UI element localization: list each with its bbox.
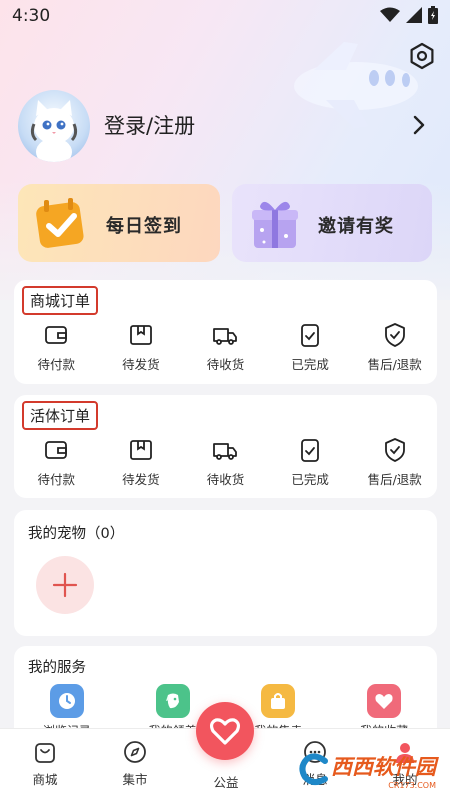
package-icon: [129, 440, 152, 460]
charity-center-button[interactable]: [196, 702, 254, 760]
mall-order-pending-shipment[interactable]: 待发货: [99, 322, 184, 378]
order-label: 已完成: [291, 357, 329, 372]
daily-checkin-label: 每日签到: [106, 216, 182, 237]
my-pets-title: 我的宠物（0）: [28, 526, 125, 542]
heart-icon: [209, 718, 241, 745]
mall-orders-row: 待付款 待发货 待收货 已完成 售后/退款: [14, 322, 437, 378]
wallet-icon: [45, 441, 68, 459]
live-orders-title: 活体订单: [22, 401, 99, 430]
signal-icon: [406, 7, 422, 23]
order-label: 待发货: [122, 472, 160, 487]
login-register-link[interactable]: 登录/注册: [104, 110, 195, 140]
watermark-logo: 西西软件园 CR173.COM: [299, 752, 436, 790]
plus-icon: [52, 572, 78, 598]
status-bar: 4:30: [0, 0, 450, 34]
gift-box-icon: [252, 201, 298, 248]
clipboard-check-icon: [301, 324, 319, 347]
daily-checkin-card[interactable]: 每日签到: [18, 184, 220, 262]
c-logo-icon: [299, 753, 328, 785]
wifi-icon: [380, 7, 400, 22]
package-icon: [129, 325, 152, 345]
mall-order-aftersale-refund[interactable]: 售后/退款: [352, 322, 437, 378]
nav-label: 集市: [122, 772, 148, 787]
heart-icon: [367, 684, 402, 718]
order-label: 待付款: [37, 472, 76, 487]
nav-market[interactable]: 集市: [105, 739, 165, 788]
my-pets-card: 我的宠物（0）: [14, 510, 437, 636]
watermark-sub: CR173.COM: [388, 780, 436, 790]
mall-orders-title: 商城订单: [22, 286, 99, 315]
avatar[interactable]: [18, 90, 90, 162]
nav-charity-label: 公益: [213, 775, 239, 790]
battery-icon: [428, 6, 438, 24]
live-order-pending-payment[interactable]: 待付款: [14, 437, 99, 493]
live-order-pending-receipt[interactable]: 待收货: [183, 437, 268, 493]
nav-label: 商城: [32, 772, 58, 787]
order-label: 待收货: [206, 357, 245, 372]
order-label: 已完成: [291, 472, 329, 487]
mall-order-pending-payment[interactable]: 待付款: [14, 322, 99, 378]
nav-mall[interactable]: 商城: [15, 739, 75, 788]
wallet-icon: [45, 326, 68, 344]
status-icons: [380, 6, 438, 24]
invite-reward-card[interactable]: 邀请有奖: [232, 184, 432, 262]
status-time: 4:30: [12, 6, 51, 26]
live-orders-card: 活体订单 待付款 待发货 待收货 已完成 售后/退款: [14, 395, 437, 498]
compass-icon: [124, 741, 146, 763]
truck-icon: [213, 328, 238, 345]
shopping-bag-icon: [35, 743, 55, 763]
bag-icon: [261, 684, 296, 718]
order-label: 售后/退款: [367, 472, 422, 487]
live-orders-row: 待付款 待发货 待收货 已完成 售后/退款: [14, 437, 437, 493]
chevron-right-icon[interactable]: [412, 114, 426, 136]
watermark-text: 西西软件园: [331, 754, 436, 779]
live-order-completed[interactable]: 已完成: [268, 437, 353, 493]
clock-icon: [49, 684, 84, 718]
shield-check-icon: [384, 438, 405, 462]
clipboard-check-icon: [301, 439, 319, 462]
mall-order-completed[interactable]: 已完成: [268, 322, 353, 378]
order-label: 售后/退款: [367, 357, 422, 372]
order-label: 待发货: [122, 357, 160, 372]
dog-icon: [155, 684, 190, 718]
truck-icon: [213, 443, 238, 460]
mall-orders-card: 商城订单 待付款 待发货 待收货 已完成 售后/退款: [14, 280, 437, 384]
live-order-aftersale-refund[interactable]: 售后/退款: [352, 437, 437, 493]
add-pet-button[interactable]: [36, 556, 94, 614]
mall-order-pending-receipt[interactable]: 待收货: [183, 322, 268, 378]
order-label: 待收货: [206, 472, 245, 487]
my-services-title: 我的服务: [28, 660, 86, 676]
shield-check-icon: [384, 323, 405, 347]
invite-reward-label: 邀请有奖: [318, 216, 394, 237]
calendar-check-icon: [36, 198, 84, 248]
profile-row[interactable]: 登录/注册: [18, 90, 432, 162]
settings-hexagon-icon[interactable]: [408, 42, 436, 70]
cat-avatar-icon: [30, 100, 78, 162]
live-order-pending-shipment[interactable]: 待发货: [99, 437, 184, 493]
order-label: 待付款: [37, 357, 76, 372]
